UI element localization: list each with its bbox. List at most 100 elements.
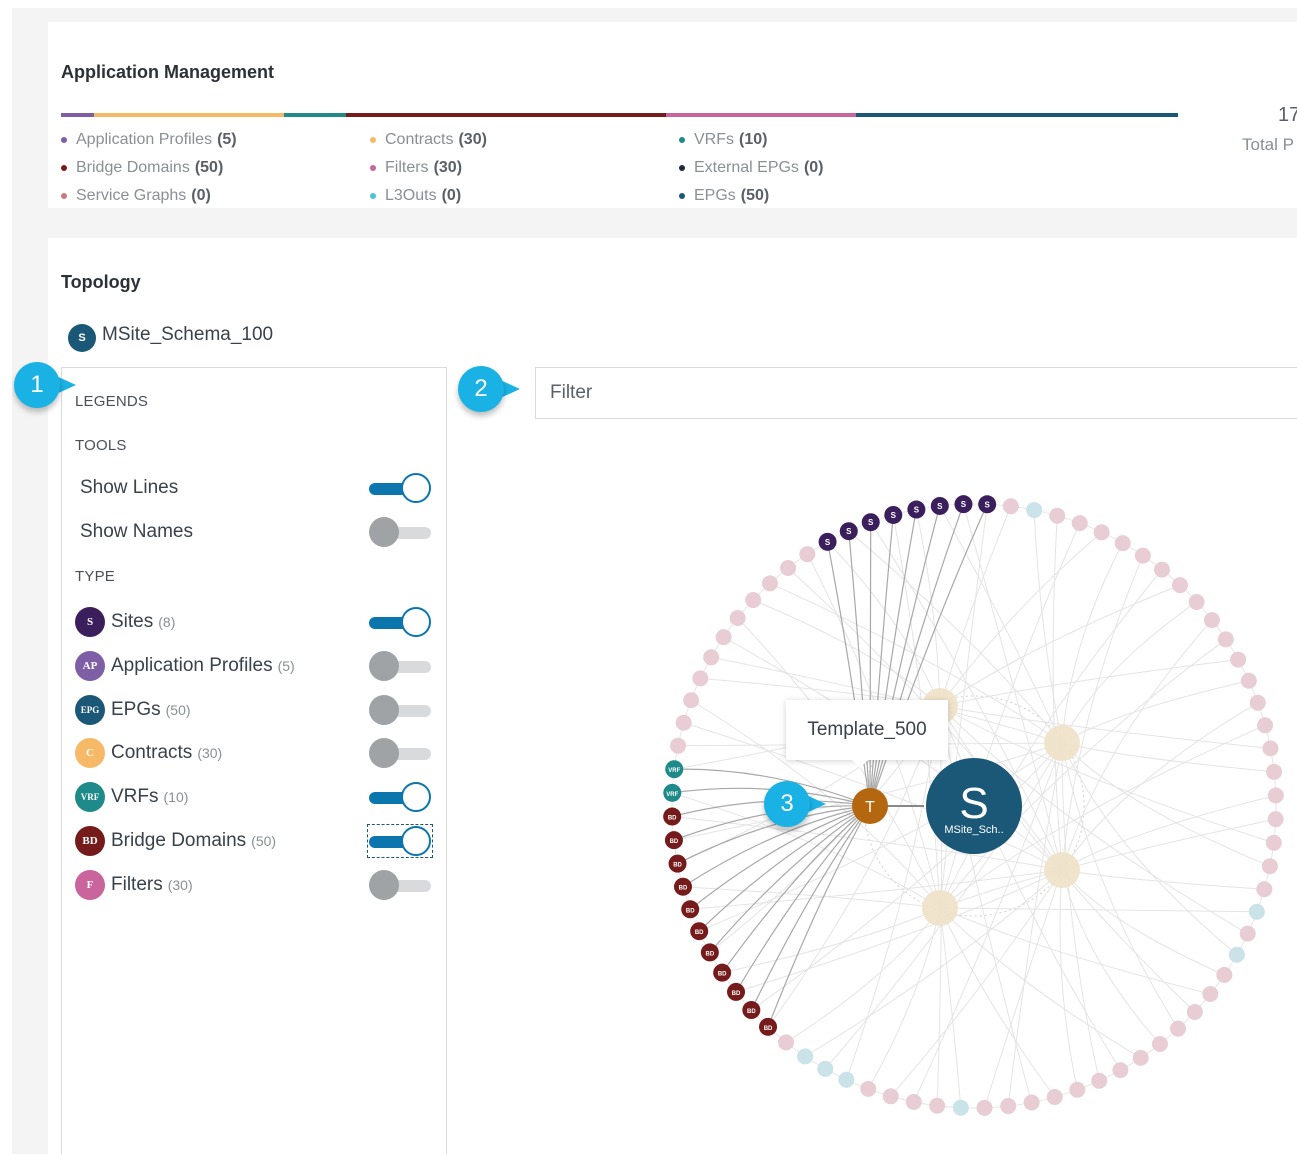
topology-graph[interactable]: SSSSS S S SBDBDBDBDBDBDBDBDBDBDBDVRFVRFSMSi… — [12, 8, 1297, 1154]
faded-node[interactable] — [703, 649, 720, 666]
faded-node[interactable] — [1265, 834, 1282, 851]
site-node-label: S — [825, 538, 831, 547]
faded-node[interactable] — [778, 1034, 795, 1051]
faded-node[interactable] — [1202, 985, 1219, 1002]
callout-2-number: 2 — [458, 366, 504, 412]
edge-line — [1061, 742, 1179, 1029]
faded-node[interactable] — [1046, 1089, 1063, 1106]
callout-1-number: 1 — [14, 362, 60, 408]
faded-node[interactable] — [780, 560, 797, 577]
faded-node[interactable] — [761, 575, 778, 592]
faded-node[interactable] — [1257, 717, 1274, 734]
faded-node[interactable] — [860, 1080, 877, 1097]
faded-node[interactable] — [952, 1099, 969, 1116]
edge-line — [1061, 742, 1238, 956]
contract-hub-node — [922, 890, 958, 926]
edge-line — [939, 705, 1271, 749]
bd-node-label: BD — [679, 886, 688, 892]
faded-node[interactable] — [1151, 1035, 1168, 1052]
faded-node[interactable] — [1171, 577, 1188, 594]
edge-line — [890, 869, 1063, 1097]
faded-node[interactable] — [976, 1099, 993, 1116]
callout-3-number: 3 — [764, 781, 810, 827]
faded-node[interactable] — [1069, 1081, 1086, 1098]
contract-hub-node — [1044, 725, 1080, 761]
faded-node[interactable] — [1114, 535, 1131, 552]
faded-node[interactable] — [1249, 694, 1266, 711]
faded-node[interactable] — [1267, 811, 1284, 828]
faded-node[interactable] — [675, 714, 692, 731]
faded-node[interactable] — [1186, 1003, 1203, 1020]
site-node-label: S — [914, 506, 920, 515]
site-node-label: S — [846, 527, 852, 536]
site-node-label: S — [937, 502, 943, 511]
faded-node[interactable] — [882, 1088, 899, 1105]
faded-node[interactable] — [1049, 507, 1066, 524]
faded-node[interactable] — [715, 629, 732, 646]
faded-node[interactable] — [797, 1048, 814, 1065]
vrf-node-label: VRF — [666, 792, 678, 798]
faded-node[interactable] — [1023, 1094, 1040, 1111]
vrf-node-label: VRF — [668, 768, 680, 774]
edge-line — [722, 907, 941, 974]
faded-node[interactable] — [1261, 858, 1278, 875]
faded-node[interactable] — [1000, 1098, 1017, 1115]
site-node-label: S — [891, 511, 897, 520]
callout-1: 1 — [14, 362, 76, 408]
faded-node[interactable] — [683, 692, 700, 709]
faded-node[interactable] — [1217, 631, 1234, 648]
schema-node-label: MSite_Sch.. — [944, 824, 1003, 836]
faded-node[interactable] — [729, 610, 746, 627]
active-edge-line — [750, 805, 871, 1011]
template-tooltip: Template_500 — [786, 700, 948, 768]
faded-node[interactable] — [1267, 787, 1284, 804]
faded-node[interactable] — [745, 592, 762, 609]
faded-node[interactable] — [1112, 1062, 1129, 1079]
faded-node[interactable] — [1266, 763, 1283, 780]
faded-node[interactable] — [929, 1097, 946, 1114]
faded-node[interactable] — [1239, 925, 1256, 942]
faded-node[interactable] — [799, 546, 816, 563]
edge-line — [867, 907, 941, 1090]
faded-node[interactable] — [1071, 515, 1088, 532]
active-edge-line — [869, 522, 872, 807]
page: Application Management Application Profi… — [12, 8, 1297, 1154]
faded-node[interactable] — [1170, 1020, 1187, 1037]
faded-node[interactable] — [1026, 502, 1043, 519]
edge-line — [1059, 869, 1078, 1090]
bd-node-label: BD — [670, 839, 679, 845]
faded-node[interactable] — [1134, 547, 1151, 564]
faded-node[interactable] — [1228, 946, 1245, 963]
faded-node[interactable] — [1153, 561, 1170, 578]
faded-node[interactable] — [1262, 740, 1279, 757]
faded-node[interactable] — [1216, 966, 1233, 983]
faded-node[interactable] — [1240, 672, 1257, 689]
bd-node-label: BD — [706, 951, 715, 957]
site-node-label: S — [985, 500, 991, 509]
faded-node[interactable] — [692, 670, 709, 687]
faded-node[interactable] — [1002, 498, 1019, 515]
faded-node[interactable] — [905, 1093, 922, 1110]
faded-node[interactable] — [1256, 881, 1273, 898]
faded-node[interactable] — [1203, 612, 1220, 629]
contract-hub-node — [1044, 852, 1080, 888]
faded-node[interactable] — [1091, 1072, 1108, 1089]
faded-node[interactable] — [817, 1060, 834, 1077]
bd-node-label: BD — [732, 991, 741, 997]
edge-line — [1061, 542, 1124, 744]
faded-node[interactable] — [1230, 651, 1247, 668]
faded-node[interactable] — [1188, 593, 1205, 610]
edge-line — [939, 584, 1181, 707]
active-edge-line — [869, 505, 941, 807]
bd-node-label: BD — [695, 930, 704, 936]
faded-node[interactable] — [1093, 524, 1110, 541]
bd-node-label: BD — [668, 816, 677, 822]
faded-node[interactable] — [838, 1071, 855, 1088]
faded-node[interactable] — [1132, 1049, 1149, 1066]
callout-2: 2 — [458, 366, 520, 412]
bd-node-label: BD — [764, 1026, 773, 1032]
active-edge-line — [869, 509, 917, 807]
faded-node[interactable] — [1248, 903, 1265, 920]
faded-node[interactable] — [670, 737, 687, 754]
bd-node-label: BD — [673, 863, 682, 869]
